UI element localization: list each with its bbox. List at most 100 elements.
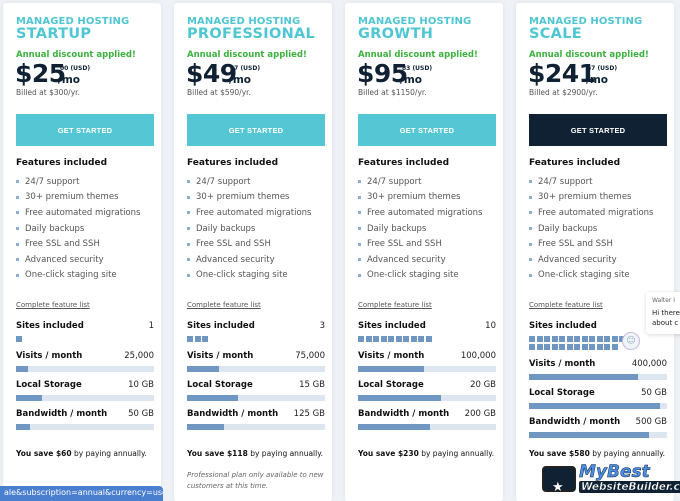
metric-visits: Visits / month 25,000 <box>16 351 154 372</box>
annual-savings: You save $118 by paying annually. <box>187 449 323 458</box>
bandwidth-bar-fill <box>16 424 30 430</box>
bullet-icon <box>358 195 361 199</box>
bullet-icon <box>187 180 190 184</box>
chat-agent-name: Walter I <box>652 297 676 304</box>
bullet-icon <box>529 180 532 184</box>
bullet-icon <box>358 227 361 231</box>
price-cents: 17 (USD) <box>230 65 261 72</box>
feature-item: Advanced security <box>358 252 482 268</box>
feature-item: Free SSL and SSH <box>529 236 653 252</box>
site-square <box>544 336 550 342</box>
chat-avatar-icon[interactable]: ☺ <box>622 332 640 350</box>
bullet-icon <box>529 195 532 199</box>
complete-feature-list-link[interactable]: Complete feature list <box>16 301 90 309</box>
features-title: Features included <box>529 158 621 168</box>
visits-bar <box>16 366 154 372</box>
feature-item: 30+ premium themes <box>16 190 140 206</box>
feature-item: Daily backups <box>358 221 482 237</box>
site-square <box>388 336 394 342</box>
feature-item: Free SSL and SSH <box>16 236 140 252</box>
features-list: 24/7 support 30+ premium themes Free autom… <box>187 174 311 283</box>
site-square <box>604 336 610 342</box>
bullet-icon <box>16 195 19 199</box>
get-started-button[interactable]: GET STARTED <box>187 114 325 146</box>
storage-bar <box>529 403 667 409</box>
get-started-button[interactable]: GET STARTED <box>358 114 496 146</box>
bullet-icon <box>16 258 19 262</box>
metric-storage: Local Storage 20 GB <box>358 380 496 401</box>
metric-bandwidth: Bandwidth / month 200 GB <box>358 409 496 430</box>
watermark-line2: WebsiteBuilder.com <box>579 480 680 494</box>
browser-star-icon: ★ <box>542 465 576 495</box>
complete-feature-list-link[interactable]: Complete feature list <box>187 301 261 309</box>
site-square <box>418 336 424 342</box>
bandwidth-bar-fill <box>187 424 225 430</box>
site-square <box>202 336 208 342</box>
bullet-icon <box>16 242 19 246</box>
plan-name: GROWTH <box>358 26 434 42</box>
bullet-icon <box>529 227 532 231</box>
price-period: /mo <box>58 74 80 86</box>
site-square <box>529 343 535 350</box>
feature-item: 24/7 support <box>529 174 653 190</box>
feature-item: Daily backups <box>16 221 140 237</box>
annual-savings: You save $230 by paying annually. <box>358 449 494 458</box>
complete-feature-list-link[interactable]: Complete feature list <box>358 301 432 309</box>
billed-text: Billed at $2900/yr. <box>529 88 598 97</box>
bullet-icon <box>358 258 361 262</box>
site-square <box>596 336 603 342</box>
site-square <box>589 336 595 342</box>
feature-item: Daily backups <box>529 221 653 237</box>
visits-bar <box>358 366 496 372</box>
annual-savings: You save $580 by paying annually. <box>529 449 665 458</box>
feature-item: Advanced security <box>187 252 311 268</box>
plan-name: SCALE <box>529 26 582 42</box>
bullet-icon <box>187 195 190 199</box>
visits-bar <box>187 366 325 372</box>
bullet-icon <box>187 242 190 246</box>
site-square <box>611 336 618 342</box>
price-period: /mo <box>229 74 251 86</box>
site-square <box>589 343 595 350</box>
bullet-icon <box>358 180 361 184</box>
metric-storage: Local Storage 15 GB <box>187 380 325 401</box>
bullet-icon <box>16 180 19 184</box>
site-square <box>604 343 610 350</box>
site-square <box>574 343 580 350</box>
feature-item: Free automated migrations <box>358 205 482 221</box>
bullet-icon <box>358 211 361 215</box>
feature-item: Advanced security <box>529 252 653 268</box>
price-period: /mo <box>586 74 608 86</box>
site-square <box>373 336 379 342</box>
chat-popup[interactable]: Walter I Hi there about c <box>646 292 680 334</box>
feature-item: Advanced security <box>16 252 140 268</box>
site-square <box>395 336 402 342</box>
watermark-logo: ★ MyBest WebsiteBuilder.com <box>542 462 680 495</box>
features-list: 24/7 support 30+ premium themes Free autom… <box>358 174 482 283</box>
billed-text: Billed at $300/yr. <box>16 88 80 97</box>
metric-sites: Sites included 1 <box>16 321 154 342</box>
site-square <box>574 336 580 342</box>
watermark-line1: MyBest <box>579 461 650 482</box>
site-square <box>187 336 193 342</box>
get-started-button[interactable]: GET STARTED <box>529 114 667 146</box>
get-started-button[interactable]: GET STARTED <box>16 114 154 146</box>
plan-card-startup: MANAGED HOSTING STARTUP Annual discount ap… <box>3 3 161 501</box>
bandwidth-bar <box>529 432 667 438</box>
site-square <box>410 336 417 342</box>
feature-item: 30+ premium themes <box>187 190 311 206</box>
plan-card-growth: MANAGED HOSTING GROWTH Annual discount app… <box>345 3 503 501</box>
plan-card-scale: MANAGED HOSTING SCALE Annual discount appl… <box>516 3 674 501</box>
bullet-icon <box>529 242 532 246</box>
storage-bar-fill <box>529 403 661 409</box>
site-square <box>536 336 543 342</box>
bullet-icon <box>529 273 532 277</box>
feature-item: One-click staging site <box>529 268 653 284</box>
site-square <box>611 343 618 350</box>
site-square <box>566 343 573 350</box>
features-title: Features included <box>16 158 108 168</box>
complete-feature-list-link[interactable]: Complete feature list <box>529 301 603 309</box>
plan-note: Professional plan only available to new … <box>187 471 324 490</box>
annual-savings: You save $60 by paying annually. <box>16 449 147 458</box>
bandwidth-bar-fill <box>529 432 650 438</box>
